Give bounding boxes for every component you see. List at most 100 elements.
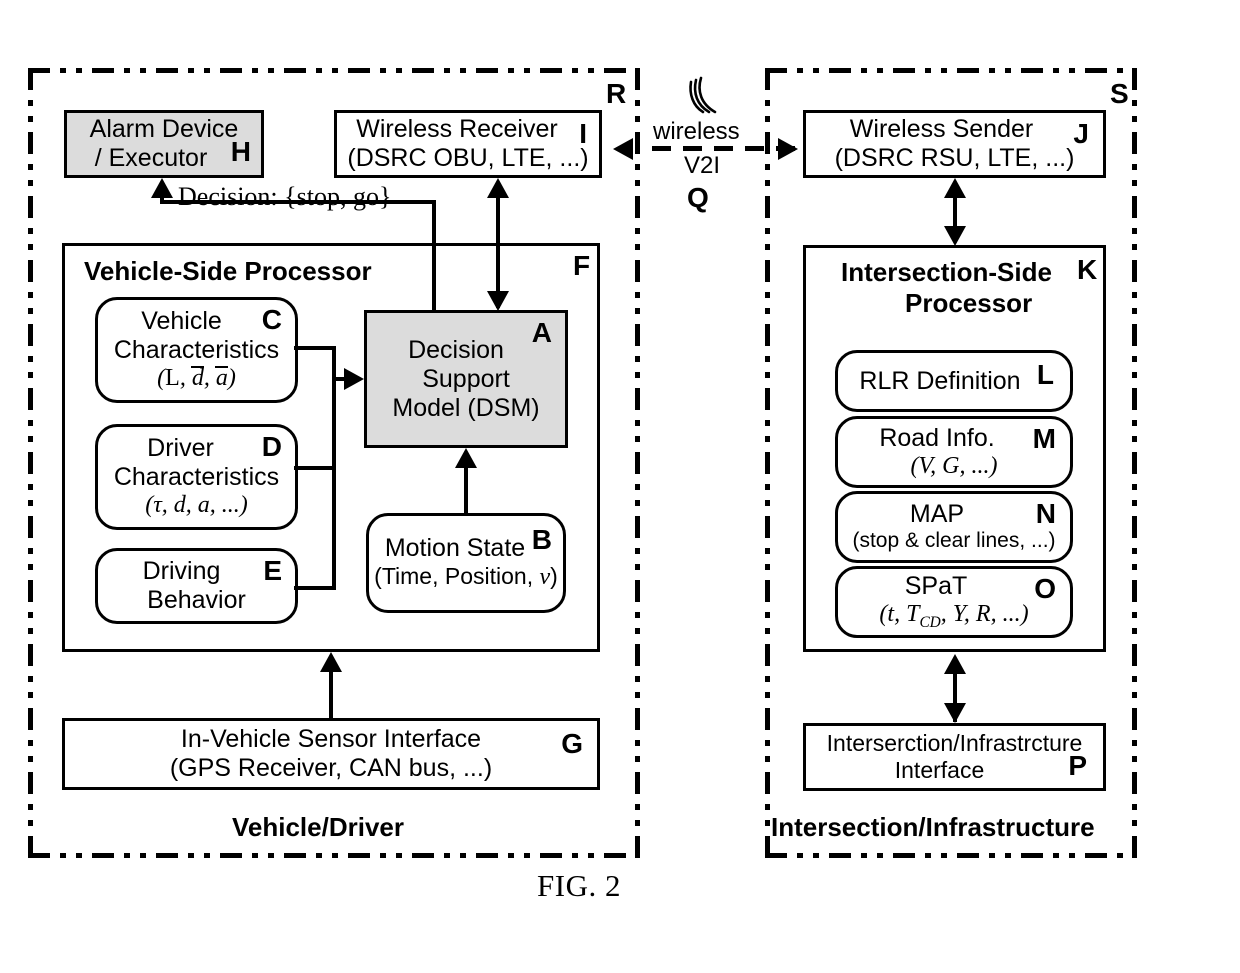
component-tag-K: K: [1077, 254, 1098, 285]
enclosure-edge-left: [28, 68, 33, 858]
decision-support-model-box[interactable]: Decision Support Model (DSM) A: [364, 310, 568, 448]
infrastructure-interface-line1: Interserction/Infrastrcture: [826, 730, 1083, 757]
spat-params: (t, TCD, Y, R, ...): [879, 601, 1029, 631]
wireless-receiver-line1: Wireless Receiver: [356, 115, 558, 143]
road-info-params: (V, G, ...): [910, 452, 998, 479]
motion-state-to-dsm-line: [464, 466, 468, 516]
driver-characteristics-params: (τ, d, a, ...): [145, 492, 248, 519]
processor-infrastructure-arrow-up: [944, 654, 966, 674]
rlr-definition-box[interactable]: RLR Definition L: [835, 350, 1073, 412]
wireless-sender-line1: Wireless Sender: [849, 115, 1034, 143]
zone-tag-S: S: [1110, 78, 1129, 109]
enclosure-edge-bottom: [28, 853, 640, 858]
vehicle-characteristics-line2: Characteristics: [113, 336, 280, 365]
rlr-definition-line1: RLR Definition: [859, 366, 1021, 395]
inputs-merge-bus: [332, 346, 336, 590]
decision-path-segment-vertical-right: [432, 200, 436, 312]
dsm-line2: Support: [422, 364, 510, 393]
component-tag-G: G: [561, 728, 583, 759]
component-tag-H: H: [230, 136, 251, 167]
sensor-to-processor-line: [329, 670, 333, 720]
motion-state-line2: (Time, Position, v): [374, 563, 558, 591]
vehicle-characteristics-box[interactable]: Vehicle Characteristics (L, d, a) C: [95, 297, 298, 403]
wireless-v2i-arrow-right: [778, 138, 798, 160]
wireless-antenna-icon: [673, 76, 719, 116]
wireless-sender-box[interactable]: Wireless Sender (DSRC RSU, LTE, ...) J: [803, 110, 1106, 178]
driver-characteristics-line1: Driver: [147, 434, 214, 463]
infrastructure-interface-box[interactable]: Interserction/Infrastrcture Interface P: [803, 723, 1106, 791]
figure-caption: FIG. 2: [537, 868, 621, 903]
vehicle-characteristics-line1: Vehicle: [141, 307, 222, 336]
figure-canvas: R Vehicle/Driver S Intersection/Infrastr…: [0, 0, 1240, 973]
driving-behavior-line1: Driving: [142, 557, 221, 585]
dsm-line3: Model (DSM): [392, 393, 540, 422]
component-tag-I: I: [579, 118, 587, 149]
receiver-dsm-arrow-down: [487, 291, 509, 311]
enclosure-edge-top: [28, 68, 640, 73]
alarm-device-box[interactable]: Alarm Device / Executor H: [64, 110, 264, 178]
sender-processor-arrow-down: [944, 226, 966, 246]
vehicle-characteristics-stub: [294, 346, 336, 350]
component-tag-M: M: [1032, 423, 1056, 454]
map-box[interactable]: MAP (stop & clear lines, ...) N: [835, 491, 1073, 563]
vehicle-characteristics-params: (L, d, a): [157, 365, 236, 392]
component-tag-E: E: [263, 555, 282, 586]
receiver-dsm-arrow-up: [487, 178, 509, 198]
decision-arrow-head: [151, 178, 173, 198]
wireless-v2i-link-line: [652, 146, 798, 151]
motion-state-box[interactable]: Motion State (Time, Position, v) B: [366, 513, 566, 613]
driving-behavior-box[interactable]: Driving Behavior E: [95, 548, 298, 624]
infrastructure-interface-line2: Interface: [894, 757, 985, 783]
sensor-interface-box[interactable]: In-Vehicle Sensor Interface (GPS Receive…: [62, 718, 600, 790]
component-tag-N: N: [1035, 498, 1056, 529]
decision-label: Decision: {stop, go}: [178, 182, 392, 211]
enclosure-edge-left: [765, 68, 770, 858]
enclosure-edge-right: [1132, 68, 1137, 858]
intersection-zone-title: Intersection/Infrastructure: [771, 812, 1095, 842]
component-tag-A: A: [531, 317, 552, 348]
alarm-device-line1: Alarm Device: [89, 115, 239, 143]
component-tag-J: J: [1073, 118, 1089, 149]
receiver-dsm-link: [496, 184, 500, 308]
spat-line1: SPaT: [904, 572, 968, 601]
road-info-box[interactable]: Road Info. (V, G, ...) M: [835, 416, 1073, 488]
intersection-side-processor-title-line1: Intersection-Side: [841, 257, 1052, 287]
map-line2: (stop & clear lines, ...): [852, 529, 1056, 553]
alarm-device-line2: / Executor: [94, 144, 208, 172]
driving-behavior-line2: Behavior: [147, 586, 246, 614]
wireless-receiver-box[interactable]: Wireless Receiver (DSRC OBU, LTE, ...) I: [334, 110, 602, 178]
component-tag-O: O: [1034, 573, 1056, 604]
processor-infrastructure-arrow-down: [944, 703, 966, 723]
inputs-to-dsm-arrow: [344, 368, 364, 390]
sensor-to-processor-arrow: [320, 652, 342, 672]
sensor-interface-line2: (GPS Receiver, CAN bus, ...): [169, 754, 493, 782]
sender-processor-arrow-up: [944, 178, 966, 198]
dsm-line1: Decision: [408, 335, 504, 364]
zone-tag-R: R: [606, 78, 627, 109]
component-tag-L: L: [1036, 359, 1054, 390]
road-info-line1: Road Info.: [879, 423, 995, 452]
intersection-side-processor-title-line2: Processor: [905, 288, 1033, 318]
wireless-link-tag-Q: Q: [687, 182, 709, 213]
component-tag-P: P: [1068, 750, 1087, 781]
component-tag-C: C: [261, 304, 282, 335]
wireless-receiver-line2: (DSRC OBU, LTE, ...): [347, 144, 589, 172]
vehicle-side-processor-title: Vehicle-Side Processor: [84, 256, 372, 286]
driver-characteristics-stub: [294, 466, 336, 470]
driver-characteristics-line2: Characteristics: [113, 463, 280, 492]
sensor-interface-line1: In-Vehicle Sensor Interface: [180, 725, 482, 753]
wireless-v2i-arrow-left: [613, 138, 633, 160]
motion-state-line1: Motion State: [384, 534, 526, 563]
enclosure-edge-right: [635, 68, 640, 858]
wireless-link-label-line2: V2I: [684, 152, 721, 179]
vehicle-zone-title: Vehicle/Driver: [232, 812, 404, 842]
driver-characteristics-box[interactable]: Driver Characteristics (τ, d, a, ...) D: [95, 424, 298, 530]
motion-state-to-dsm-arrow: [455, 448, 477, 468]
component-tag-D: D: [261, 431, 282, 462]
component-tag-F: F: [573, 250, 591, 281]
enclosure-edge-top: [765, 68, 1137, 73]
wireless-sender-line2: (DSRC RSU, LTE, ...): [834, 144, 1075, 172]
driving-behavior-stub: [294, 586, 336, 590]
map-line1: MAP: [909, 500, 965, 529]
spat-box[interactable]: SPaT (t, TCD, Y, R, ...) O: [835, 566, 1073, 638]
